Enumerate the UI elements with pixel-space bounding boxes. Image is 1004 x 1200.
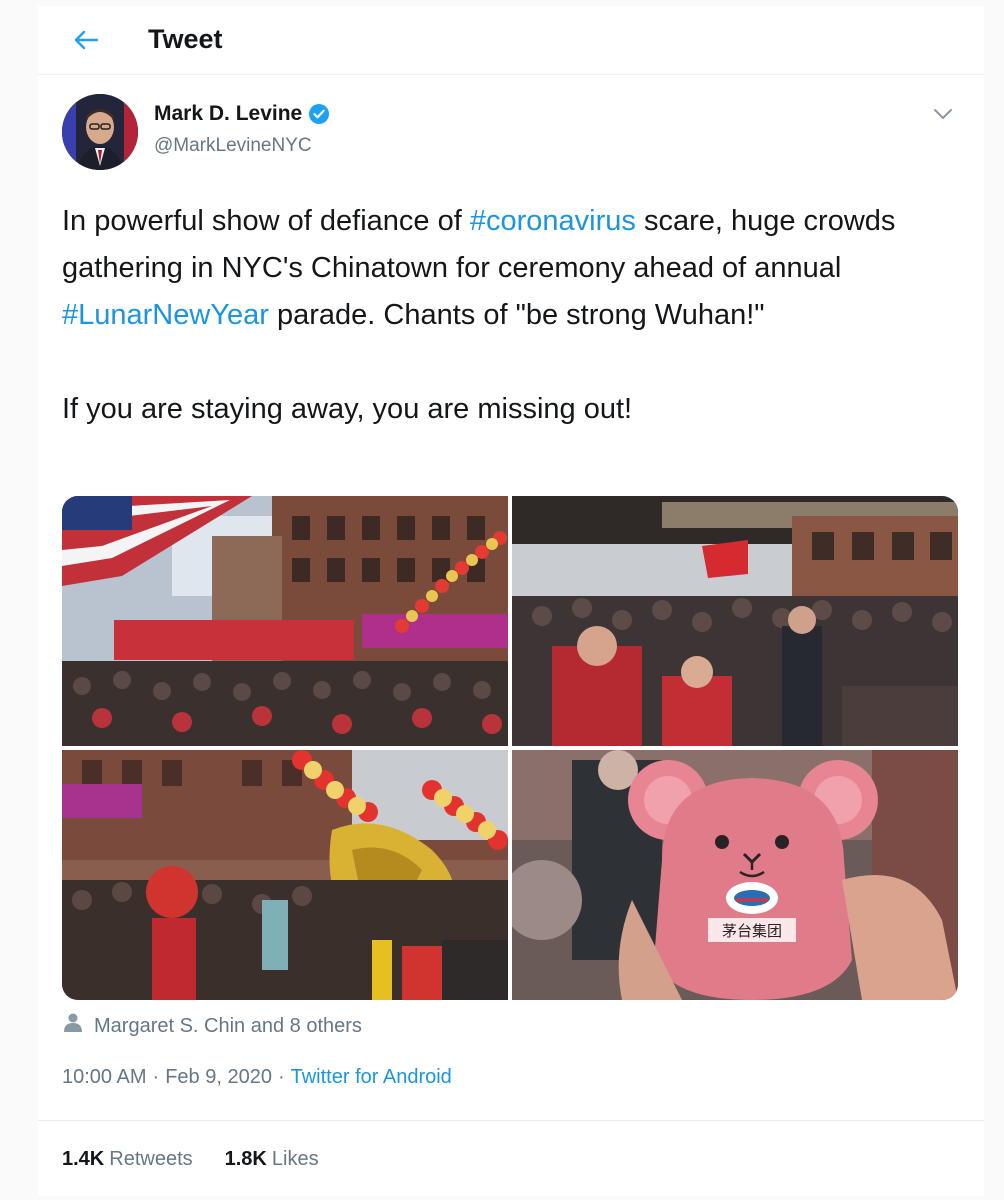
tweet-paragraph-1: In powerful show of defiance of #coronav… [62, 198, 962, 339]
likes-stat[interactable]: 1.8K Likes [225, 1148, 319, 1171]
retweets-count: 1.4K [62, 1148, 105, 1170]
top-bar: Tweet [38, 6, 984, 75]
svg-text:茅台集团: 茅台集团 [722, 922, 782, 940]
tweet-text: In powerful show of defiance of #coronav… [62, 198, 962, 433]
likes-count: 1.8K [224, 1148, 267, 1170]
hashtag-coronavirus[interactable]: #coronavirus [470, 205, 636, 237]
tagged-people-label: Margaret S. Chin and 8 others [94, 1014, 362, 1037]
media-grid: 茅台集团 [62, 496, 958, 1000]
tweet-paragraph-2: If you are staying away, you are missing… [62, 393, 633, 425]
separator-dot: · [152, 1066, 160, 1088]
page-title: Tweet [148, 24, 223, 54]
engagement-stats: 1.4K Retweets 1.8K Likes [62, 1148, 319, 1171]
avatar[interactable] [62, 94, 138, 170]
retweets-label: Retweets [109, 1148, 193, 1170]
lion-dance-balloons-photo[interactable] [62, 750, 508, 1000]
media-divider-horizontal [62, 746, 958, 750]
separator-dot: · [277, 1066, 285, 1088]
tagged-people[interactable]: Margaret S. Chin and 8 others [62, 1012, 362, 1040]
tweet-time[interactable]: 10:00 AM [62, 1066, 147, 1088]
tweet-date[interactable]: Feb 9, 2020 [165, 1066, 272, 1088]
tweet-source-link[interactable]: Twitter for Android [291, 1066, 452, 1088]
stats-divider [38, 1120, 984, 1121]
crowd-under-awning-photo[interactable] [512, 496, 958, 746]
author-handle[interactable]: @MarkLevineNYC [154, 135, 312, 157]
pink-rat-mascot-photo[interactable]: 茅台集团 [512, 750, 958, 1000]
retweets-stat[interactable]: 1.4K Retweets [62, 1148, 193, 1171]
chevron-down-icon[interactable] [930, 104, 956, 124]
hashtag-lunarnewyear[interactable]: #LunarNewYear [62, 299, 269, 331]
likes-label: Likes [271, 1148, 319, 1170]
author-name[interactable]: Mark D. Levine [154, 102, 302, 126]
tweet-text-part: In powerful show of defiance of [62, 205, 470, 237]
tweet-metadata: 10:00 AM · Feb 9, 2020 · Twitter for Android [62, 1066, 452, 1089]
author-row: Mark D. Levine [154, 102, 330, 126]
tweet-text-part: parade. Chants of "be strong Wuhan!" [268, 299, 765, 331]
verified-badge-icon [308, 103, 330, 125]
back-arrow-icon[interactable] [68, 22, 104, 58]
street-crowd-banner-photo[interactable] [62, 496, 508, 746]
person-icon [62, 1012, 84, 1040]
